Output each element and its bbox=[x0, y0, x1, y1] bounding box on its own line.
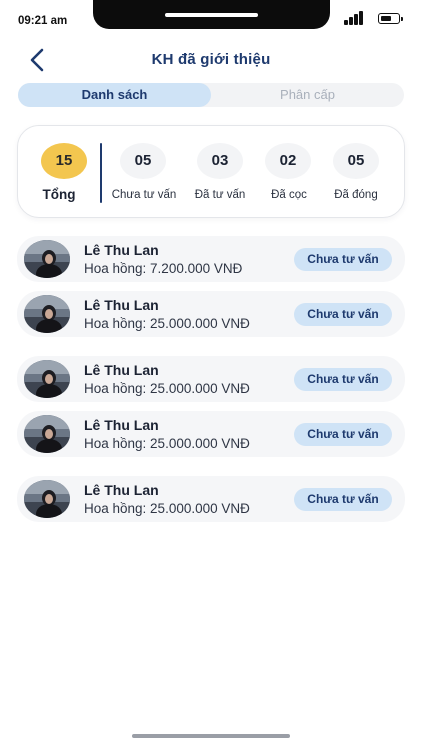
page-title: KH đã giới thiệu bbox=[151, 51, 271, 68]
avatar bbox=[24, 480, 70, 518]
stat-da-tu-van-value: 03 bbox=[197, 143, 243, 179]
customer-commission: Hoa hồng: 25.000.000 VNĐ bbox=[84, 316, 250, 331]
stat-da-dong-value: 05 bbox=[333, 143, 379, 179]
avatar bbox=[24, 240, 70, 278]
stat-chua-tu-van[interactable]: 05 Chưa tư vấn bbox=[106, 126, 182, 219]
customer-row[interactable]: Lê Thu Lan Hoa hồng: 25.000.000 VNĐ Chưa… bbox=[17, 476, 405, 522]
stat-chua-tu-van-label: Chưa tư vấn bbox=[111, 189, 177, 201]
customer-name: Lê Thu Lan bbox=[84, 362, 159, 378]
customer-name: Lê Thu Lan bbox=[84, 242, 159, 258]
home-indicator[interactable] bbox=[132, 734, 290, 738]
stat-da-tu-van-label: Đã tư vấn bbox=[194, 189, 246, 201]
customer-commission: Hoa hồng: 25.000.000 VNĐ bbox=[84, 501, 250, 516]
customer-row[interactable]: Lê Thu Lan Hoa hồng: 7.200.000 VNĐ Chưa … bbox=[17, 236, 405, 282]
status-badge: Chưa tư vấn bbox=[294, 368, 392, 391]
status-badge: Chưa tư vấn bbox=[294, 488, 392, 511]
customer-name: Lê Thu Lan bbox=[84, 482, 159, 498]
stat-da-dong[interactable]: 05 Đã đóng bbox=[320, 126, 392, 219]
avatar bbox=[24, 360, 70, 398]
customer-row[interactable]: Lê Thu Lan Hoa hồng: 25.000.000 VNĐ Chưa… bbox=[17, 291, 405, 337]
signal-icon bbox=[344, 11, 364, 25]
status-time: 09:21 am bbox=[18, 15, 68, 27]
status-badge: Chưa tư vấn bbox=[294, 248, 392, 271]
stat-da-dong-label: Đã đóng bbox=[334, 189, 378, 201]
tab-danh-sach[interactable]: Danh sách bbox=[18, 83, 211, 107]
customer-row[interactable]: Lê Thu Lan Hoa hồng: 25.000.000 VNĐ Chưa… bbox=[17, 411, 405, 457]
customer-name: Lê Thu Lan bbox=[84, 417, 159, 433]
device-notch bbox=[93, 0, 330, 29]
stat-total[interactable]: 15 Tổng bbox=[18, 126, 100, 219]
header: KH đã giới thiệu bbox=[0, 42, 422, 78]
segmented-tabs: Danh sách Phân cấp bbox=[18, 83, 404, 107]
stat-da-tu-van[interactable]: 03 Đã tư vấn bbox=[182, 126, 258, 219]
stat-total-label: Tổng bbox=[42, 187, 76, 202]
stats-divider bbox=[100, 143, 102, 203]
customer-commission: Hoa hồng: 25.000.000 VNĐ bbox=[84, 436, 250, 451]
status-bar: 09:21 am bbox=[0, 0, 422, 34]
status-badge: Chưa tư vấn bbox=[294, 303, 392, 326]
customer-commission: Hoa hồng: 7.200.000 VNĐ bbox=[84, 261, 243, 276]
avatar bbox=[24, 295, 70, 333]
customer-row[interactable]: Lê Thu Lan Hoa hồng: 25.000.000 VNĐ Chưa… bbox=[17, 356, 405, 402]
stat-da-coc-label: Đã cọc bbox=[271, 189, 307, 201]
stats-card: 15 Tổng 05 Chưa tư vấn 03 Đã tư vấn 02 Đ… bbox=[17, 125, 405, 218]
status-badge: Chưa tư vấn bbox=[294, 423, 392, 446]
stat-da-coc-value: 02 bbox=[265, 143, 311, 179]
avatar bbox=[24, 415, 70, 453]
customer-commission: Hoa hồng: 25.000.000 VNĐ bbox=[84, 381, 250, 396]
stat-chua-tu-van-value: 05 bbox=[120, 143, 166, 179]
stat-total-value: 15 bbox=[41, 143, 87, 179]
battery-icon bbox=[378, 13, 403, 24]
tab-phan-cap[interactable]: Phân cấp bbox=[211, 83, 404, 107]
stat-da-coc[interactable]: 02 Đã cọc bbox=[258, 126, 320, 219]
customer-name: Lê Thu Lan bbox=[84, 297, 159, 313]
